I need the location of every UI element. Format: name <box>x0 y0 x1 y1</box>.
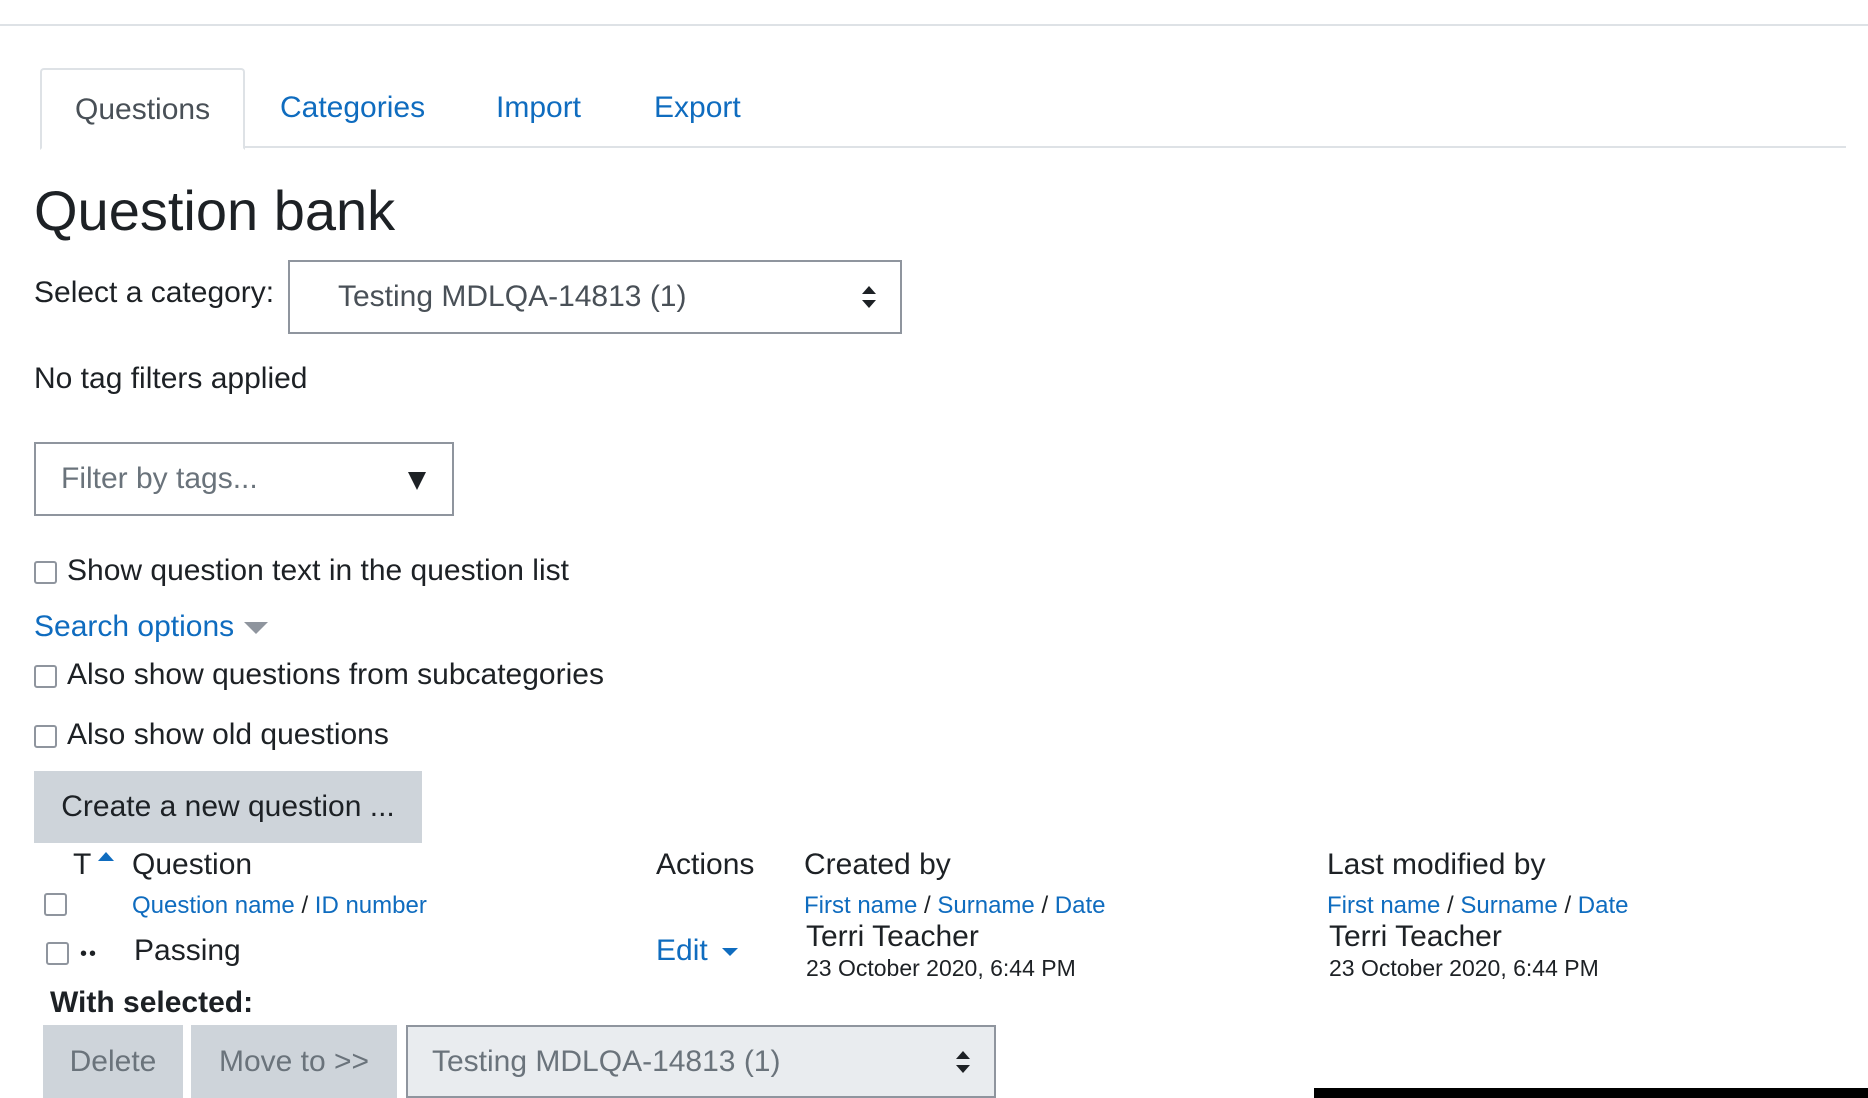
separator: / <box>1564 892 1572 919</box>
select-all-checkbox[interactable] <box>44 893 67 916</box>
tag-filter-placeholder: Filter by tags... <box>61 462 258 495</box>
old-questions-checkbox[interactable] <box>34 724 57 748</box>
with-selected-label: With selected: <box>50 986 254 1019</box>
select-arrows-icon <box>956 1050 970 1073</box>
created-by-header: Created by <box>804 848 951 881</box>
question-sort-links: Question name / ID number <box>132 892 427 920</box>
tab-categories[interactable]: Categories <box>280 68 425 148</box>
created-sort-links: First name / Surname / Date <box>804 892 1105 920</box>
category-select[interactable]: Testing MDLQA-14813 (1) <box>288 260 902 334</box>
modified-by-name: Terri Teacher <box>1329 920 1502 953</box>
tab-bar: Questions Categories Import Export <box>40 68 1846 150</box>
search-options-toggle[interactable]: Search options <box>34 610 269 644</box>
sort-created-date-link[interactable]: Date <box>1055 892 1106 919</box>
separator: / <box>301 892 309 919</box>
sort-modified-surname-link[interactable]: Surname <box>1460 892 1557 919</box>
created-date: 23 October 2020, 6:44 PM <box>806 955 1076 981</box>
edit-label: Edit <box>656 934 708 967</box>
sort-modified-first-name-link[interactable]: First name <box>1327 892 1440 919</box>
tab-export[interactable]: Export <box>654 68 741 148</box>
page: Questions Categories Import Export Quest… <box>0 0 1868 1098</box>
move-target-select[interactable]: Testing MDLQA-14813 (1) <box>406 1025 996 1098</box>
dropdown-triangle-icon[interactable] <box>408 472 426 490</box>
caret-down-icon <box>721 948 738 957</box>
top-divider <box>0 24 1868 26</box>
sort-question-name-link[interactable]: Question name <box>132 892 295 919</box>
question-name: Passing <box>134 934 241 967</box>
show-question-text-option: Show question text in the question list <box>34 554 569 588</box>
select-arrows-icon <box>862 286 876 308</box>
sort-created-first-name-link[interactable]: First name <box>804 892 917 919</box>
delete-button[interactable]: Delete <box>43 1025 183 1098</box>
row-select-checkbox[interactable] <box>46 942 69 965</box>
subcategories-option: Also show questions from subcategories <box>34 658 604 692</box>
separator: / <box>924 892 931 919</box>
move-target-value: Testing MDLQA-14813 (1) <box>432 1045 781 1078</box>
sort-modified-date-link[interactable]: Date <box>1578 892 1629 919</box>
sort-id-number-link[interactable]: ID number <box>315 892 427 919</box>
category-label: Select a category: <box>34 276 275 309</box>
created-by-name: Terri Teacher <box>806 920 979 953</box>
move-to-button[interactable]: Move to >> <box>191 1025 397 1098</box>
tab-import[interactable]: Import <box>496 68 581 148</box>
separator: / <box>1041 892 1049 919</box>
subcategories-checkbox[interactable] <box>34 664 57 688</box>
edit-menu-button[interactable]: Edit <box>656 934 738 968</box>
last-modified-by-header: Last modified by <box>1327 848 1546 881</box>
category-select-value: Testing MDLQA-14813 (1) <box>338 280 687 313</box>
old-questions-option: Also show old questions <box>34 718 389 752</box>
old-questions-label: Also show old questions <box>67 718 389 751</box>
show-question-text-label: Show question text in the question list <box>67 554 569 587</box>
search-options-label[interactable]: Search options <box>34 610 234 643</box>
question-header: Question <box>132 848 253 881</box>
question-type-icon: •• <box>80 943 99 965</box>
sort-type-header[interactable]: T <box>73 848 91 882</box>
sort-created-surname-link[interactable]: Surname <box>937 892 1034 919</box>
separator: / <box>1447 892 1454 919</box>
tag-filter-input[interactable]: Filter by tags... <box>34 442 454 516</box>
subcategories-label: Also show questions from subcategories <box>67 658 604 691</box>
modified-date: 23 October 2020, 6:44 PM <box>1329 955 1599 981</box>
show-question-text-checkbox[interactable] <box>34 560 57 584</box>
sort-ascending-icon <box>98 852 114 861</box>
tab-questions[interactable]: Questions <box>40 68 246 150</box>
actions-header: Actions <box>656 848 755 881</box>
tag-filter-status: No tag filters applied <box>34 362 308 395</box>
caret-down-icon <box>244 622 269 635</box>
page-title: Question bank <box>34 179 396 242</box>
footer-bar <box>1314 1088 1868 1098</box>
modified-sort-links: First name / Surname / Date <box>1327 892 1628 920</box>
create-question-button[interactable]: Create a new question ... <box>34 771 422 843</box>
